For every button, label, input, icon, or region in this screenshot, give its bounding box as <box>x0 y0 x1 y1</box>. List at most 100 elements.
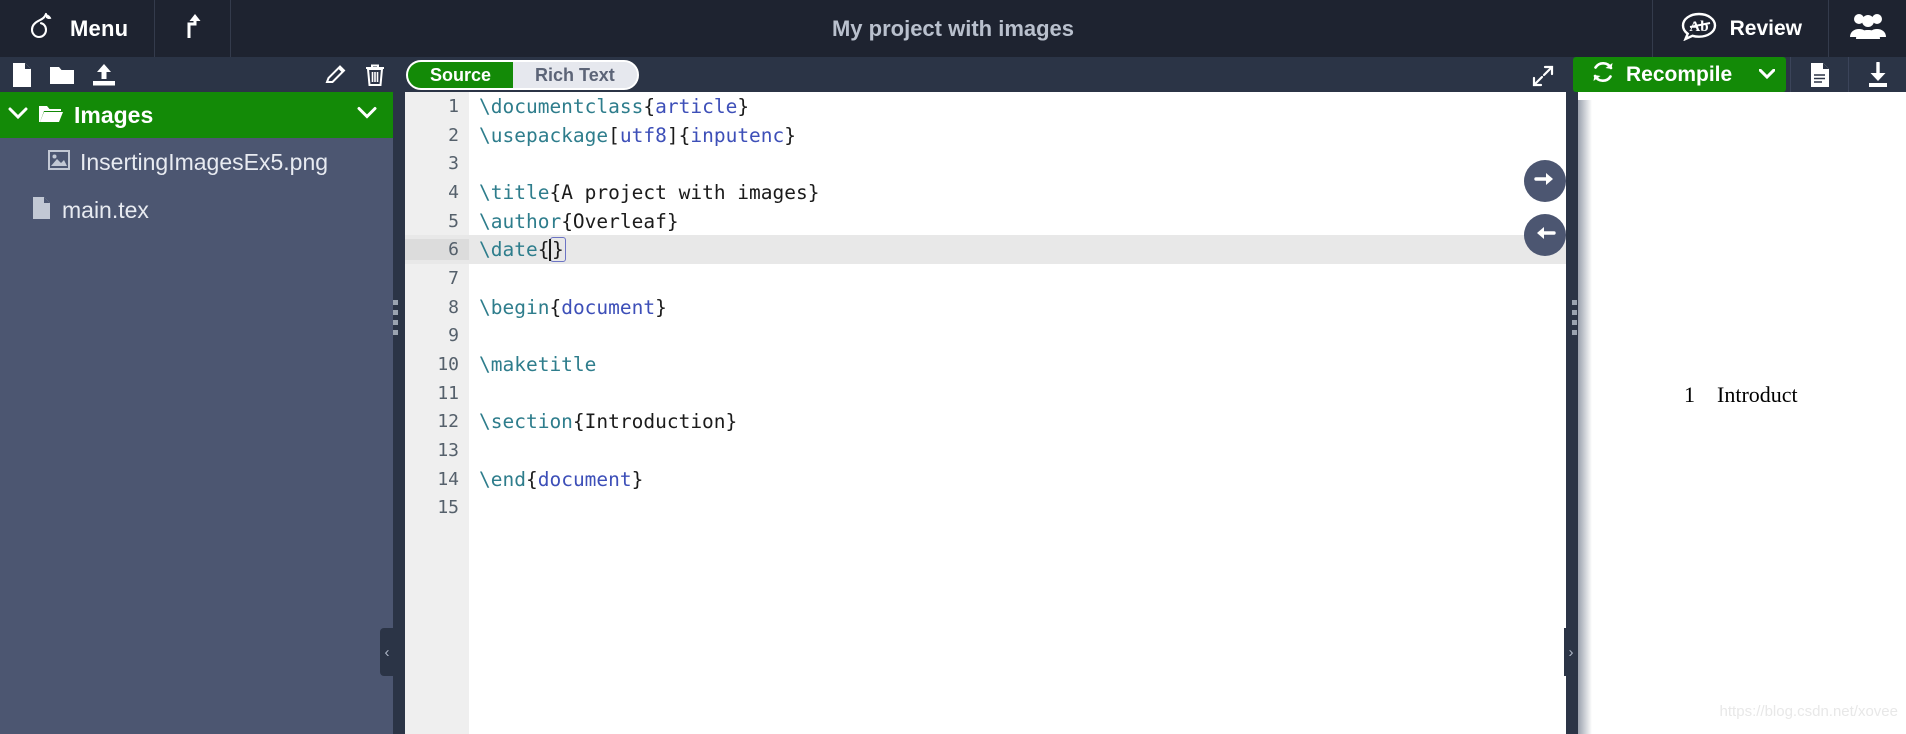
menu-button[interactable]: Menu <box>0 0 156 57</box>
refresh-circular-icon <box>1591 60 1615 89</box>
line-number: 2 <box>448 124 459 146</box>
folder-name-label: Images <box>74 101 154 128</box>
document-logs-icon[interactable] <box>1790 57 1848 92</box>
line-number: 3 <box>448 153 459 175</box>
code-token: { <box>525 467 538 491</box>
upload-file-icon[interactable] <box>91 63 117 87</box>
chevron-down-icon[interactable] <box>8 106 28 125</box>
editor-mode-toggle: Source Rich Text <box>406 60 639 90</box>
upload-arrow-icon <box>181 13 205 44</box>
pdf-section-number: 1 <box>1684 382 1695 407</box>
text-cursor <box>549 238 551 261</box>
pencil-edit-icon[interactable] <box>324 63 348 87</box>
code-content[interactable]: 1 \documentclass{article} 2 \usepackage[utf… <box>405 92 1566 734</box>
code-line[interactable]: 10 \maketitle <box>405 350 1566 379</box>
download-pdf-icon[interactable] <box>1848 57 1906 92</box>
code-line[interactable]: 5 \author{Overleaf} <box>405 207 1566 236</box>
code-line[interactable]: 4 \title{A project with images} <box>405 178 1566 207</box>
pdf-resize-grip[interactable] <box>1572 300 1577 335</box>
line-number: 8 <box>448 296 459 318</box>
code-token: \begin <box>479 295 550 319</box>
code-text: \author{Overleaf} <box>469 210 679 233</box>
code-text: \maketitle <box>469 353 596 376</box>
expand-diagonal-icon[interactable] <box>1531 64 1555 93</box>
code-line[interactable]: 15 <box>405 494 1566 523</box>
code-token: inputenc <box>690 123 785 147</box>
trash-can-icon[interactable] <box>364 63 386 87</box>
sidebar-resize-grip[interactable] <box>393 300 398 335</box>
code-line[interactable]: 1 \documentclass{article} <box>405 92 1566 121</box>
overleaf-logo-icon <box>26 11 56 46</box>
sidebar-collapse-button[interactable]: ‹ <box>380 628 394 676</box>
code-token: { <box>537 238 550 262</box>
collaborators-button[interactable] <box>1828 0 1906 57</box>
code-token: \usepackage <box>479 123 609 147</box>
top-bar-right-group: Ab Review <box>1651 0 1906 57</box>
review-label: Review <box>1729 16 1802 40</box>
file-tree-item-main-tex[interactable]: main.tex <box>0 186 393 234</box>
code-line[interactable]: 14 \end{document} <box>405 465 1566 494</box>
review-button[interactable]: Ab Review <box>1651 0 1828 57</box>
pdf-page: 1 Introduct https://blog.csdn.net/xovee <box>1592 100 1906 734</box>
code-text: \documentclass{article} <box>469 95 749 118</box>
code-line[interactable]: 3 <box>405 149 1566 178</box>
image-file-icon <box>48 149 70 175</box>
matching-bracket-highlight: } <box>549 237 566 263</box>
new-file-icon[interactable] <box>11 62 33 88</box>
recompile-options-button[interactable] <box>1748 57 1786 92</box>
recompile-label: Recompile <box>1626 62 1733 86</box>
upload-button[interactable] <box>155 0 232 57</box>
code-line[interactable]: 13 <box>405 436 1566 465</box>
line-number: 9 <box>448 325 459 347</box>
file-tree-sidebar: Images InsertingImagesEx5.png main.tex <box>0 92 393 734</box>
recompile-button[interactable]: Recompile <box>1573 57 1748 92</box>
line-number: 13 <box>437 440 459 462</box>
sync-to-pdf-button[interactable] <box>1524 160 1566 202</box>
sync-to-code-button[interactable] <box>1524 214 1566 256</box>
line-number: 12 <box>437 411 459 433</box>
code-token: [ <box>608 123 620 147</box>
code-line[interactable]: 8 \begin{document} <box>405 293 1566 322</box>
folder-menu-caret-icon[interactable] <box>357 106 377 125</box>
pdf-page-shadow <box>1578 100 1592 734</box>
code-token: \maketitle <box>479 353 597 377</box>
tab-rich-text[interactable]: Rich Text <box>513 62 637 88</box>
code-line[interactable]: 11 <box>405 379 1566 408</box>
code-line[interactable]: 2 \usepackage[utf8]{inputenc} <box>405 121 1566 150</box>
tex-file-icon <box>32 196 52 225</box>
code-token: \section <box>479 410 573 434</box>
code-text: \usepackage[utf8]{inputenc} <box>469 124 796 147</box>
file-tree-item-image[interactable]: InsertingImagesEx5.png <box>0 138 393 186</box>
recompile-button-group: Recompile <box>1573 57 1787 92</box>
new-folder-icon[interactable] <box>49 64 75 86</box>
file-name-label: InsertingImagesEx5.png <box>80 148 329 175</box>
chevron-down-icon <box>1758 66 1776 84</box>
watermark-text: https://blog.csdn.net/xovee <box>1719 703 1898 720</box>
line-number: 4 <box>448 181 459 203</box>
file-tree-toolbar <box>0 57 398 92</box>
code-line[interactable]: 7 <box>405 264 1566 293</box>
code-line[interactable]: 9 <box>405 322 1566 351</box>
tab-source[interactable]: Source <box>408 62 514 88</box>
sync-navigation-buttons <box>1524 160 1566 268</box>
code-text: \begin{document} <box>469 296 667 319</box>
code-line[interactable]: 12 \section{Introduction} <box>405 408 1566 437</box>
code-token: { <box>643 94 656 118</box>
pdf-section-title: Introduct <box>1717 382 1798 407</box>
code-token: utf8 <box>619 123 667 147</box>
code-token: { <box>549 295 562 319</box>
code-token: } <box>737 94 750 118</box>
code-line[interactable]: 6 \date{} <box>405 235 1566 265</box>
file-tree-folder-images[interactable]: Images <box>0 92 393 138</box>
pdf-section-heading: 1 Introduct <box>1684 382 1798 408</box>
code-token: \date <box>479 238 538 262</box>
code-token: \title <box>479 180 550 204</box>
code-editor[interactable]: 1 \documentclass{article} 2 \usepackage[utf… <box>405 92 1566 734</box>
sidebar-resize-handle[interactable] <box>393 92 405 734</box>
pdf-collapse-button[interactable]: › <box>1564 628 1578 676</box>
pdf-preview-pane[interactable]: 1 Introduct https://blog.csdn.net/xovee <box>1578 92 1906 734</box>
code-token: { <box>678 123 691 147</box>
open-folder-icon <box>38 102 64 129</box>
code-text: \title{A project with images} <box>469 181 819 204</box>
line-number: 1 <box>448 95 459 117</box>
